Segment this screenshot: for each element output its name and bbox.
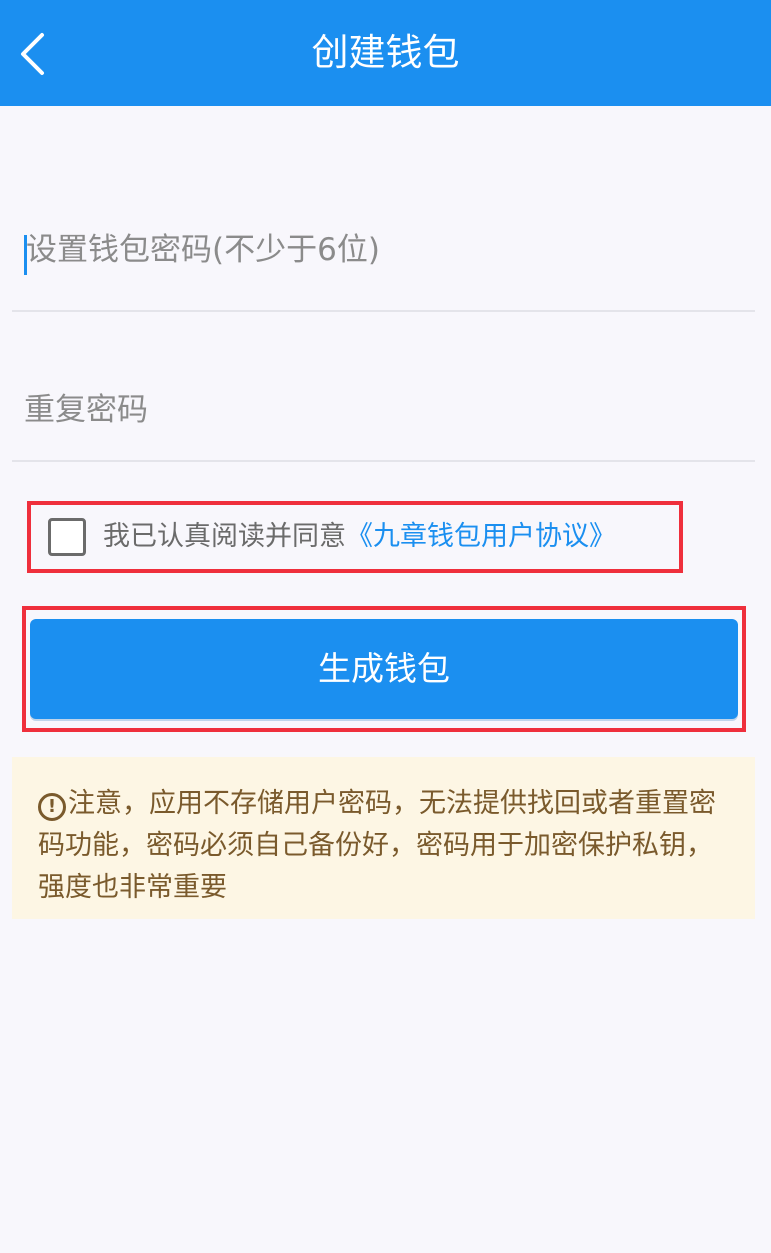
- password-field-row: [12, 190, 755, 312]
- submit-highlight: 生成钱包: [22, 606, 746, 732]
- agreement-checkbox[interactable]: [48, 518, 86, 556]
- notice-text: 注意，应用不存储用户密码，无法提供找回或者重置密码功能，密码必须自己备份好，密码…: [38, 788, 716, 903]
- agreement-prefix: 我已认真阅读并同意: [103, 521, 346, 552]
- page-title: 创建钱包: [311, 31, 460, 74]
- password-input[interactable]: [26, 190, 726, 310]
- repeat-password-field-row: [12, 360, 755, 462]
- generate-wallet-button[interactable]: 生成钱包: [30, 619, 738, 719]
- alert-circle-icon: !: [38, 793, 66, 821]
- app-header: 创建钱包: [0, 0, 771, 106]
- user-agreement-link[interactable]: 《九章钱包用户协议》: [346, 521, 616, 552]
- agreement-highlight: 我已认真阅读并同意《九章钱包用户协议》: [27, 501, 683, 573]
- repeat-password-input[interactable]: [24, 360, 724, 460]
- notice-box: ! 注意，应用不存储用户密码，无法提供找回或者重置密码功能，密码必须自己备份好，密…: [12, 757, 755, 919]
- agreement-text: 我已认真阅读并同意《九章钱包用户协议》: [103, 505, 616, 569]
